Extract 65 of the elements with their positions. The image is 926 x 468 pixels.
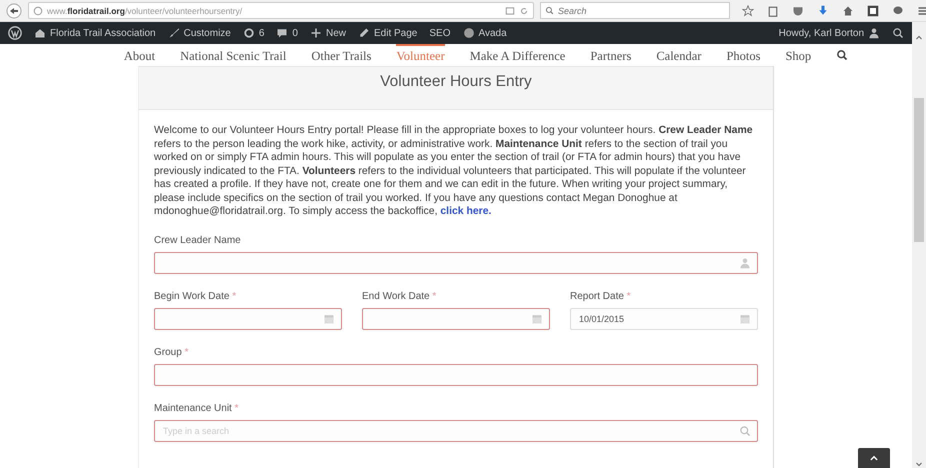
nav-link[interactable]: Calendar xyxy=(656,44,702,66)
search-icon[interactable] xyxy=(892,27,904,39)
field-label: Begin Work Date * xyxy=(154,290,238,302)
intro-paragraph: Welcome to our Volunteer Hours Entry portal! Please fill in the appropriate boxes to log your volunteer hours. Crew Leader Name refers to the person leading the work hike, activity, or administrative work. Maintenance Unit refers to the section of trail you worked on or simply FTA admin hours. This will populate as you enter the section of trail (or FTA for admin hours) that you have previously indicated to the FTA. Volunteers refers to the individual volunteers that participated. This will populate if the volunteer has created a profile. If they have not, create one for them and we can edit in the future. When writing your project summary, please include specifics on the section of trail you worked. If you have any questions contact Megan Donoghue at mdonoghue@floridatrail.org. To simply access the backoffice, click here. xyxy=(154,124,754,218)
wordpress-icon[interactable] xyxy=(8,26,22,40)
nav-link[interactable]: Make A Difference xyxy=(470,44,566,66)
nav-link[interactable]: National Scenic Trail xyxy=(180,44,286,66)
admin-bar-link[interactable]: New xyxy=(326,28,346,38)
comment-icon xyxy=(276,27,288,39)
search-icon[interactable] xyxy=(836,49,848,61)
plus-icon xyxy=(310,27,322,39)
square-icon[interactable] xyxy=(867,4,879,16)
field-label: Maintenance Unit * xyxy=(154,402,240,414)
field-label: Group * xyxy=(154,346,190,358)
admin-bar-link[interactable]: Edit Page xyxy=(374,28,418,38)
input-field[interactable] xyxy=(154,364,758,386)
greeting-text[interactable]: Howdy, Karl Borton xyxy=(778,28,864,38)
download-icon[interactable] xyxy=(817,4,829,16)
refresh-icon xyxy=(242,27,255,39)
person-icon xyxy=(739,256,751,268)
input-field[interactable] xyxy=(362,308,550,330)
user-icon xyxy=(868,27,880,39)
admin-bar-link[interactable]: Florida Trail Association xyxy=(50,28,156,38)
nav-link[interactable]: Other Trails xyxy=(311,44,372,66)
input-field[interactable] xyxy=(154,252,758,274)
reader-icon[interactable] xyxy=(505,6,515,16)
scrollbar-thumb[interactable] xyxy=(914,98,924,242)
search-field[interactable]: Search xyxy=(540,2,730,19)
input-field[interactable] xyxy=(154,308,342,330)
field-label: End Work Date * xyxy=(362,290,438,302)
avada-icon xyxy=(462,27,474,39)
field-label: Crew Leader Name xyxy=(154,234,242,246)
caret-up-icon xyxy=(869,453,879,463)
caret-down-icon xyxy=(915,460,923,468)
house-icon xyxy=(34,27,46,39)
admin-bar-link[interactable]: 6 xyxy=(258,28,264,38)
admin-bar-link[interactable]: 0 xyxy=(292,28,298,38)
back-to-top-button[interactable] xyxy=(858,448,890,468)
admin-bar-link[interactable]: Customize xyxy=(184,28,231,38)
field-label: Report Date * xyxy=(570,290,632,302)
home-icon[interactable] xyxy=(842,4,854,16)
nav-link[interactable]: Partners xyxy=(590,44,632,66)
nav-link[interactable]: Shop xyxy=(785,44,812,66)
star-icon[interactable] xyxy=(742,4,754,16)
address-bar[interactable]: www.floridatrail.org/volunteer/volunteerhoursentry/ xyxy=(28,2,534,19)
nav-link[interactable]: About xyxy=(124,44,156,66)
chat-icon[interactable] xyxy=(892,4,904,16)
search-icon xyxy=(739,424,751,436)
scrollbar[interactable] xyxy=(912,22,926,468)
pocket-icon[interactable] xyxy=(792,4,804,16)
form-title: Volunteer Hours Entry xyxy=(380,73,532,91)
brush-icon xyxy=(168,27,180,39)
back-icon[interactable] xyxy=(6,2,22,18)
admin-bar-link[interactable]: Avada xyxy=(478,28,507,38)
click-here-link[interactable]: click here. xyxy=(440,206,492,217)
reload-icon[interactable] xyxy=(519,6,529,16)
url-text: www.floridatrail.org/volunteer/volunteerhoursentry/ xyxy=(47,6,244,16)
caret-up-icon xyxy=(915,34,923,42)
nav-link[interactable]: Photos xyxy=(726,44,760,66)
search-icon xyxy=(545,6,554,15)
admin-bar-link[interactable]: SEO xyxy=(429,28,450,38)
clipboard-icon[interactable] xyxy=(767,4,779,16)
pencil-icon xyxy=(358,27,370,39)
input-field[interactable]: 10/01/2015 xyxy=(570,308,758,330)
menu-icon[interactable] xyxy=(917,4,926,16)
